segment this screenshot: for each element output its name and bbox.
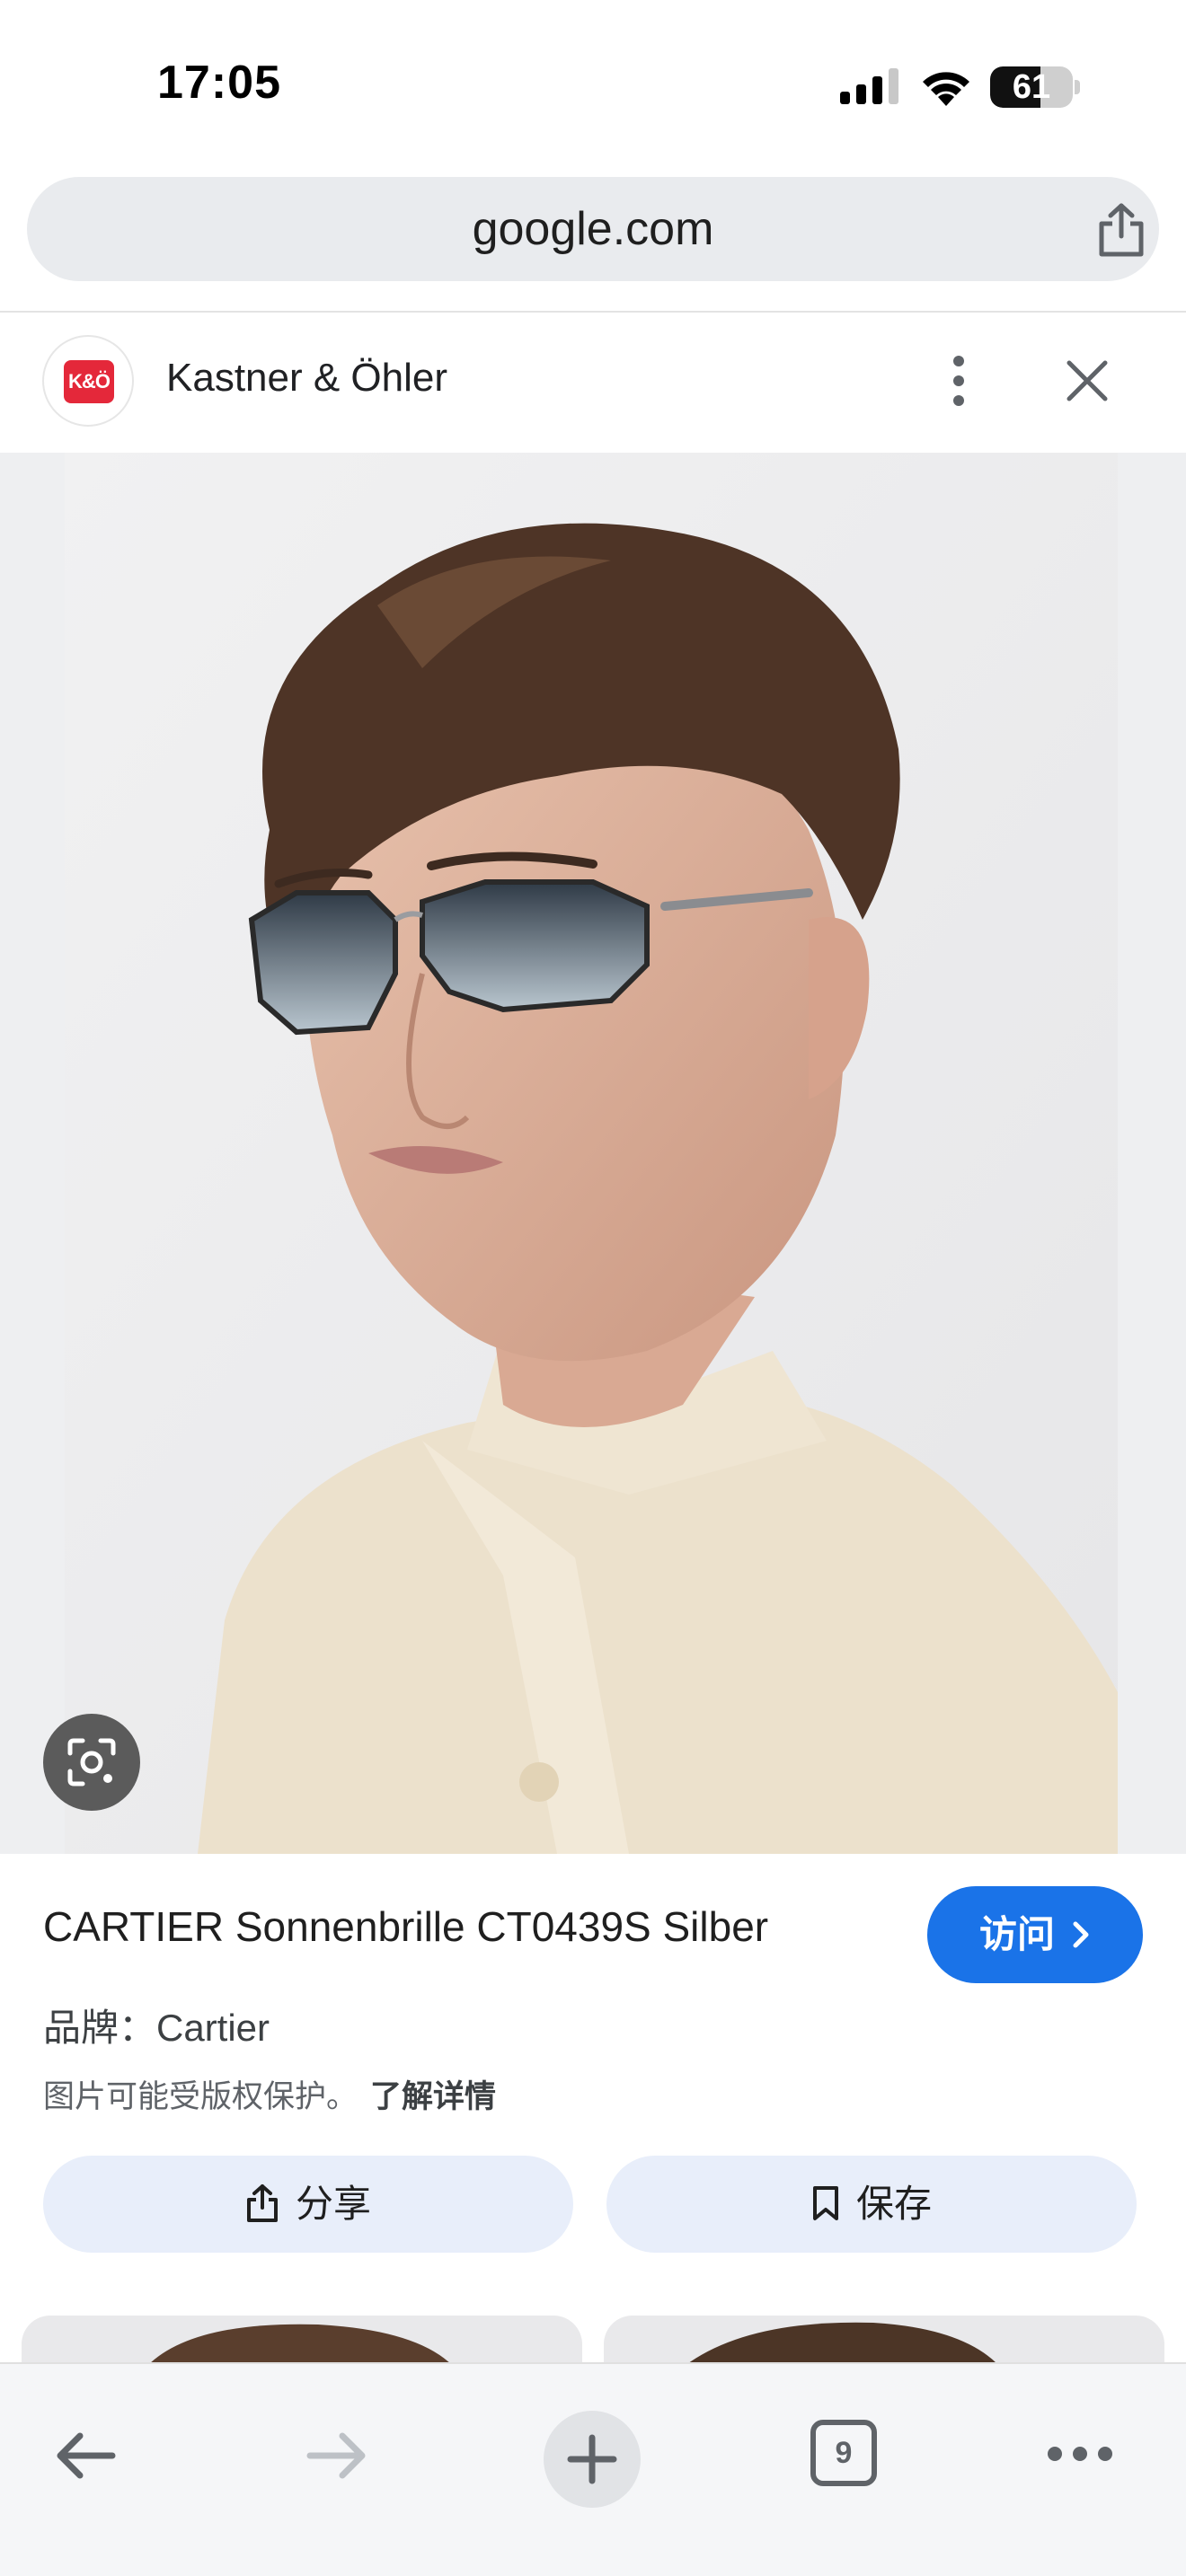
learn-more-link[interactable]: 了解详情 [370, 2079, 496, 2114]
save-label: 保存 [855, 2183, 932, 2225]
source-header: K&Ö Kastner & Öhler [0, 313, 1186, 453]
share-button[interactable]: 分享 [43, 2156, 573, 2253]
chevron-right-icon [1073, 1921, 1089, 1948]
wifi-icon [923, 72, 969, 106]
share-icon[interactable] [1094, 202, 1148, 258]
new-tab-button[interactable] [544, 2411, 641, 2508]
product-photo [65, 453, 1118, 1854]
copyright-notice: 图片可能受版权保护。 了解详情 [43, 2071, 496, 2117]
google-lens-icon [67, 1738, 116, 1786]
status-bar: 17:05 61 [0, 0, 1186, 171]
visit-label: 访问 [979, 1913, 1056, 1955]
address-bar[interactable]: google.com [27, 177, 1159, 281]
save-button[interactable]: 保存 [606, 2156, 1137, 2253]
plus-icon [567, 2434, 617, 2484]
product-image[interactable] [0, 453, 1186, 1854]
brand-line: 品牌：Cartier [43, 2007, 270, 2049]
bottom-toolbar: 9 [0, 2362, 1186, 2576]
cellular-signal-icon [840, 68, 898, 104]
product-title[interactable]: CARTIER Sonnenbrille CT0439S Silber [43, 1902, 906, 1951]
forward-arrow-icon[interactable] [301, 2420, 373, 2492]
related-image-thumbnail[interactable] [604, 2316, 1164, 2366]
url-text[interactable]: google.com [27, 177, 1159, 281]
related-image-thumbnail[interactable] [22, 2316, 582, 2366]
share-icon [246, 2183, 278, 2222]
share-label: 分享 [295, 2183, 371, 2225]
battery-percent: 61 [1012, 68, 1051, 106]
visit-button[interactable]: 访问 [927, 1886, 1143, 1983]
back-arrow-icon[interactable] [49, 2420, 121, 2492]
source-logo[interactable]: K&Ö [42, 335, 134, 427]
source-logo-mark: K&Ö [64, 360, 114, 403]
copyright-text: 图片可能受版权保护。 [43, 2079, 358, 2114]
close-icon[interactable] [1064, 357, 1111, 404]
source-name[interactable]: Kastner & Öhler [166, 356, 447, 401]
tab-switcher-button[interactable]: 9 [810, 2420, 877, 2486]
google-lens-button[interactable] [43, 1714, 140, 1811]
battery-icon: 61 [990, 66, 1080, 108]
thumbnail-photo [147, 2324, 453, 2366]
status-time: 17:05 [157, 57, 281, 109]
more-horiz-icon[interactable] [1044, 2436, 1116, 2472]
thumbnail-photo [685, 2322, 999, 2366]
bookmark-icon [812, 2185, 838, 2220]
more-vert-icon[interactable] [939, 352, 978, 410]
